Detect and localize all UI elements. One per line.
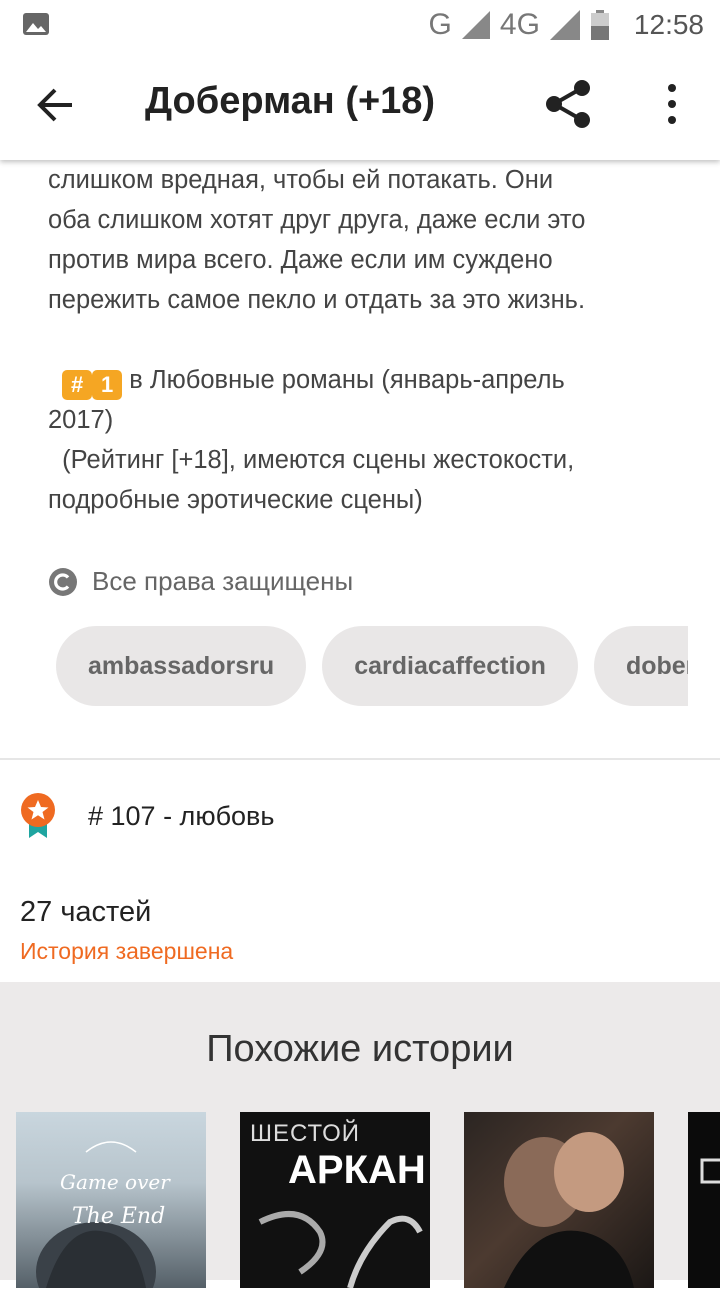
cover-title-line: АРКАН xyxy=(288,1148,426,1192)
copyright-text: Все права защищены xyxy=(92,566,354,596)
ranking-note-line: #1 в Любовные романы (январь-апрель xyxy=(48,360,688,400)
section-divider xyxy=(0,758,720,760)
tag-chip[interactable]: cardiacaffection xyxy=(322,626,578,706)
ranking-row[interactable]: # 107 - любовь xyxy=(20,792,274,840)
description-blank-line xyxy=(48,320,688,360)
description-line: оба слишком хотят друг друга, даже если … xyxy=(48,206,586,234)
ranking-note-text: в Любовные романы (январь-апрель xyxy=(122,366,565,394)
story-cover[interactable]: Game over The End xyxy=(16,1112,206,1288)
copyright-row: Все права защищены xyxy=(48,566,353,597)
tag-chip[interactable]: ambassadorsru xyxy=(56,626,307,706)
description-line: против мира всего. Даже если им суждено xyxy=(48,246,553,274)
tag-chip[interactable]: doberman xyxy=(593,626,688,706)
description-line: подробные эротические сцены) xyxy=(48,486,423,514)
completion-status: История завершена xyxy=(20,938,234,964)
back-arrow-icon[interactable] xyxy=(28,80,84,130)
number-one-emoji-icon: 1 xyxy=(92,370,123,400)
similar-stories-title: Похожие истории xyxy=(206,1028,514,1070)
cover-title-line: ШЕСТОЙ xyxy=(250,1120,361,1147)
copyright-icon xyxy=(49,567,77,596)
gallery-notification-icon xyxy=(23,13,49,35)
cover-title-line: Game over xyxy=(60,1170,170,1194)
network-g-label: G xyxy=(428,8,452,41)
status-bar: G 4G 12:58 xyxy=(0,0,720,50)
clock: 12:58 xyxy=(633,9,704,40)
share-icon[interactable] xyxy=(540,76,596,132)
signal-4g-icon xyxy=(549,10,580,40)
story-title: Доберман (+18) xyxy=(145,80,436,122)
cover-title-line: The End xyxy=(72,1204,166,1229)
story-description: слишком вредная, чтобы ей потакать. Они … xyxy=(48,160,688,520)
more-options-icon[interactable] xyxy=(652,76,692,132)
story-cover[interactable] xyxy=(464,1112,654,1288)
award-medal-icon xyxy=(21,793,55,838)
description-line: пережить самое пекло и отдать за это жиз… xyxy=(48,286,586,314)
cover-illustration xyxy=(504,1132,634,1288)
hash-emoji-icon: # xyxy=(62,370,93,400)
description-line: 2017) xyxy=(48,406,114,434)
parts-count: 27 частей xyxy=(20,896,152,928)
app-bar: Доберман (+18) xyxy=(0,50,720,160)
description-line: слишком вредная, чтобы ей потакать. Они xyxy=(48,166,554,194)
ranking-text: # 107 - любовь xyxy=(88,800,275,831)
story-cover[interactable]: ШЕСТОЙ АРКАН xyxy=(240,1112,430,1288)
network-4g-label: 4G xyxy=(499,8,540,41)
battery-icon xyxy=(590,10,609,40)
story-cover[interactable] xyxy=(688,1112,720,1288)
description-line: (Рейтинг [+18], имеются сцены жестокости… xyxy=(48,446,575,474)
similar-stories-carousel[interactable]: Game over The End ШЕСТОЙ АРКАН xyxy=(16,1112,720,1312)
similar-stories-section: Похожие истории Game over The End ШЕСТОЙ… xyxy=(0,982,720,1288)
cover-illustration xyxy=(700,1158,720,1184)
signal-icon xyxy=(461,11,490,39)
cover-illustration xyxy=(36,1141,156,1288)
tag-list[interactable]: ambassadorsrucardiacaffectiondoberman xyxy=(56,626,688,706)
